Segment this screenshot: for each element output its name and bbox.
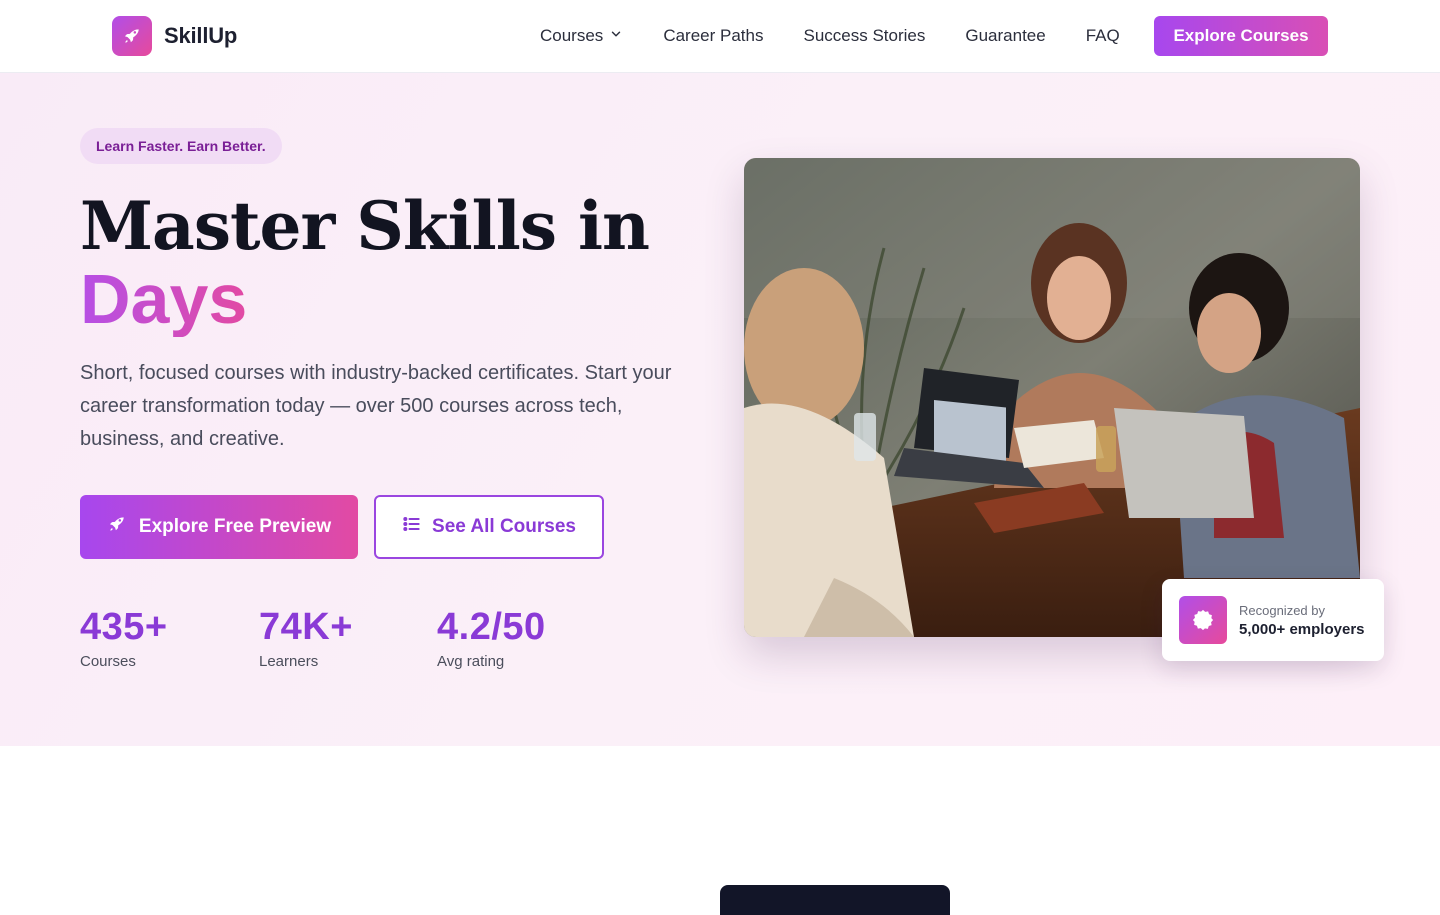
stat-value: 74K+ bbox=[259, 606, 353, 648]
site-header: SkillUp Courses Career Paths Success Sto… bbox=[0, 0, 1440, 73]
hero-headline: Master Skills in bbox=[80, 187, 650, 265]
recognition-text: Recognized by 5,000+ employers bbox=[1239, 603, 1365, 638]
rocket-icon bbox=[107, 514, 127, 540]
rocket-icon bbox=[112, 16, 152, 56]
nav-item-label: Success Stories bbox=[803, 26, 926, 45]
stat-label: Learners bbox=[259, 653, 319, 670]
hero-headline-accent: Days bbox=[80, 260, 248, 338]
stat-learners: 74K+ Learners bbox=[259, 603, 353, 670]
brand[interactable]: SkillUp bbox=[112, 16, 237, 56]
nav-item-courses[interactable]: Courses bbox=[540, 26, 623, 46]
hero-description: Short, focused courses with industry-bac… bbox=[80, 362, 672, 450]
stat-label: Courses bbox=[80, 653, 136, 670]
nav-item-label: Career Paths bbox=[663, 26, 764, 45]
award-badge-icon bbox=[1179, 596, 1227, 644]
stat-value: 4.2/50 bbox=[437, 606, 546, 648]
recognition-caption: Recognized by bbox=[1239, 602, 1325, 618]
see-all-courses-button[interactable]: See All Courses bbox=[374, 495, 604, 559]
tagline-badge: Learn Faster. Earn Better. bbox=[80, 128, 282, 164]
list-icon bbox=[402, 514, 422, 540]
stat-courses: 435+ Courses bbox=[80, 603, 168, 670]
stat-rating: 4.2/50 Avg rating bbox=[437, 603, 546, 670]
nav-item-label: Courses bbox=[540, 26, 604, 45]
button-label: Explore Free Preview bbox=[138, 516, 332, 537]
explore-courses-button[interactable]: Explore Courses bbox=[1154, 16, 1328, 56]
recognition-card: Recognized by 5,000+ employers bbox=[1162, 579, 1384, 661]
stat-value: 435+ bbox=[80, 606, 168, 648]
brand-name: SkillUp bbox=[164, 23, 238, 48]
nav-item-career-paths[interactable]: Career Paths bbox=[663, 26, 763, 46]
nav-item-success-stories[interactable]: Success Stories bbox=[803, 26, 925, 46]
main-nav: Courses Career Paths Success Stories Gua… bbox=[540, 0, 1160, 72]
hero-section: Learn Faster. Earn Better. Master Skills… bbox=[0, 73, 1440, 746]
button-label: See All Courses bbox=[432, 516, 576, 537]
explore-free-preview-button[interactable]: Explore Free Preview bbox=[80, 495, 358, 559]
nav-item-label: Guarantee bbox=[965, 26, 1046, 45]
chevron-down-icon bbox=[609, 26, 623, 46]
stat-label: Avg rating bbox=[437, 653, 505, 670]
hero-photo bbox=[744, 158, 1360, 637]
next-section-card bbox=[720, 885, 950, 915]
nav-item-faq[interactable]: FAQ bbox=[1086, 26, 1120, 46]
nav-item-guarantee[interactable]: Guarantee bbox=[965, 26, 1045, 46]
nav-item-label: FAQ bbox=[1085, 26, 1120, 45]
recognition-value: 5,000+ employers bbox=[1239, 620, 1365, 638]
